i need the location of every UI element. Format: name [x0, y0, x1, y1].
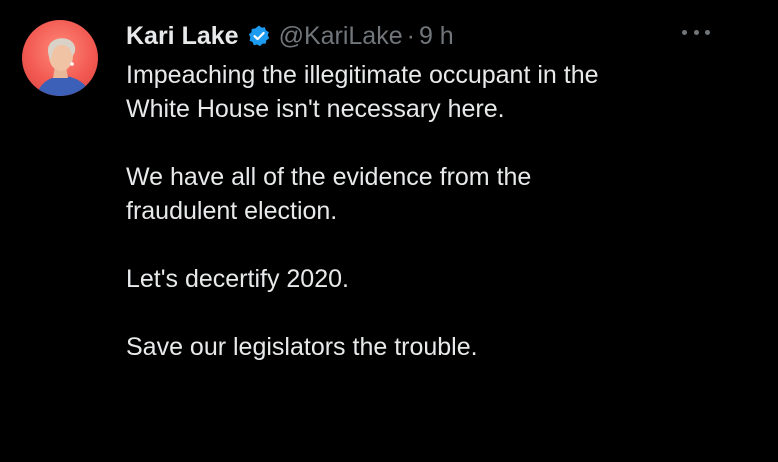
timestamp[interactable]: 9 h [419, 22, 454, 51]
tweet-paragraph: Impeaching the illegitimate occupant in … [126, 61, 599, 123]
more-dot [682, 29, 687, 35]
more-dot [705, 29, 710, 35]
handle[interactable]: @KariLake [279, 22, 403, 51]
tweet-paragraph: Let's decertify 2020. [126, 265, 349, 293]
avatar-portrait [36, 38, 92, 96]
separator-dot: · [406, 21, 415, 50]
tweet-paragraph: Save our legislators the trouble. [126, 333, 478, 361]
more-icon[interactable] [682, 27, 710, 37]
tweet-paragraph: We have all of the evidence from the fra… [126, 163, 532, 225]
tweet-text: Impeaching the illegitimate occupant in … [126, 58, 746, 398]
more-dot [693, 29, 699, 35]
display-name[interactable]: Kari Lake [126, 22, 239, 51]
tweet-header: Kari Lake @KariLake · 9 h [126, 18, 454, 54]
verified-badge-icon [247, 24, 271, 48]
avatar[interactable] [22, 20, 98, 96]
tweet: Kari Lake @KariLake · 9 h Impeaching the… [0, 0, 778, 462]
